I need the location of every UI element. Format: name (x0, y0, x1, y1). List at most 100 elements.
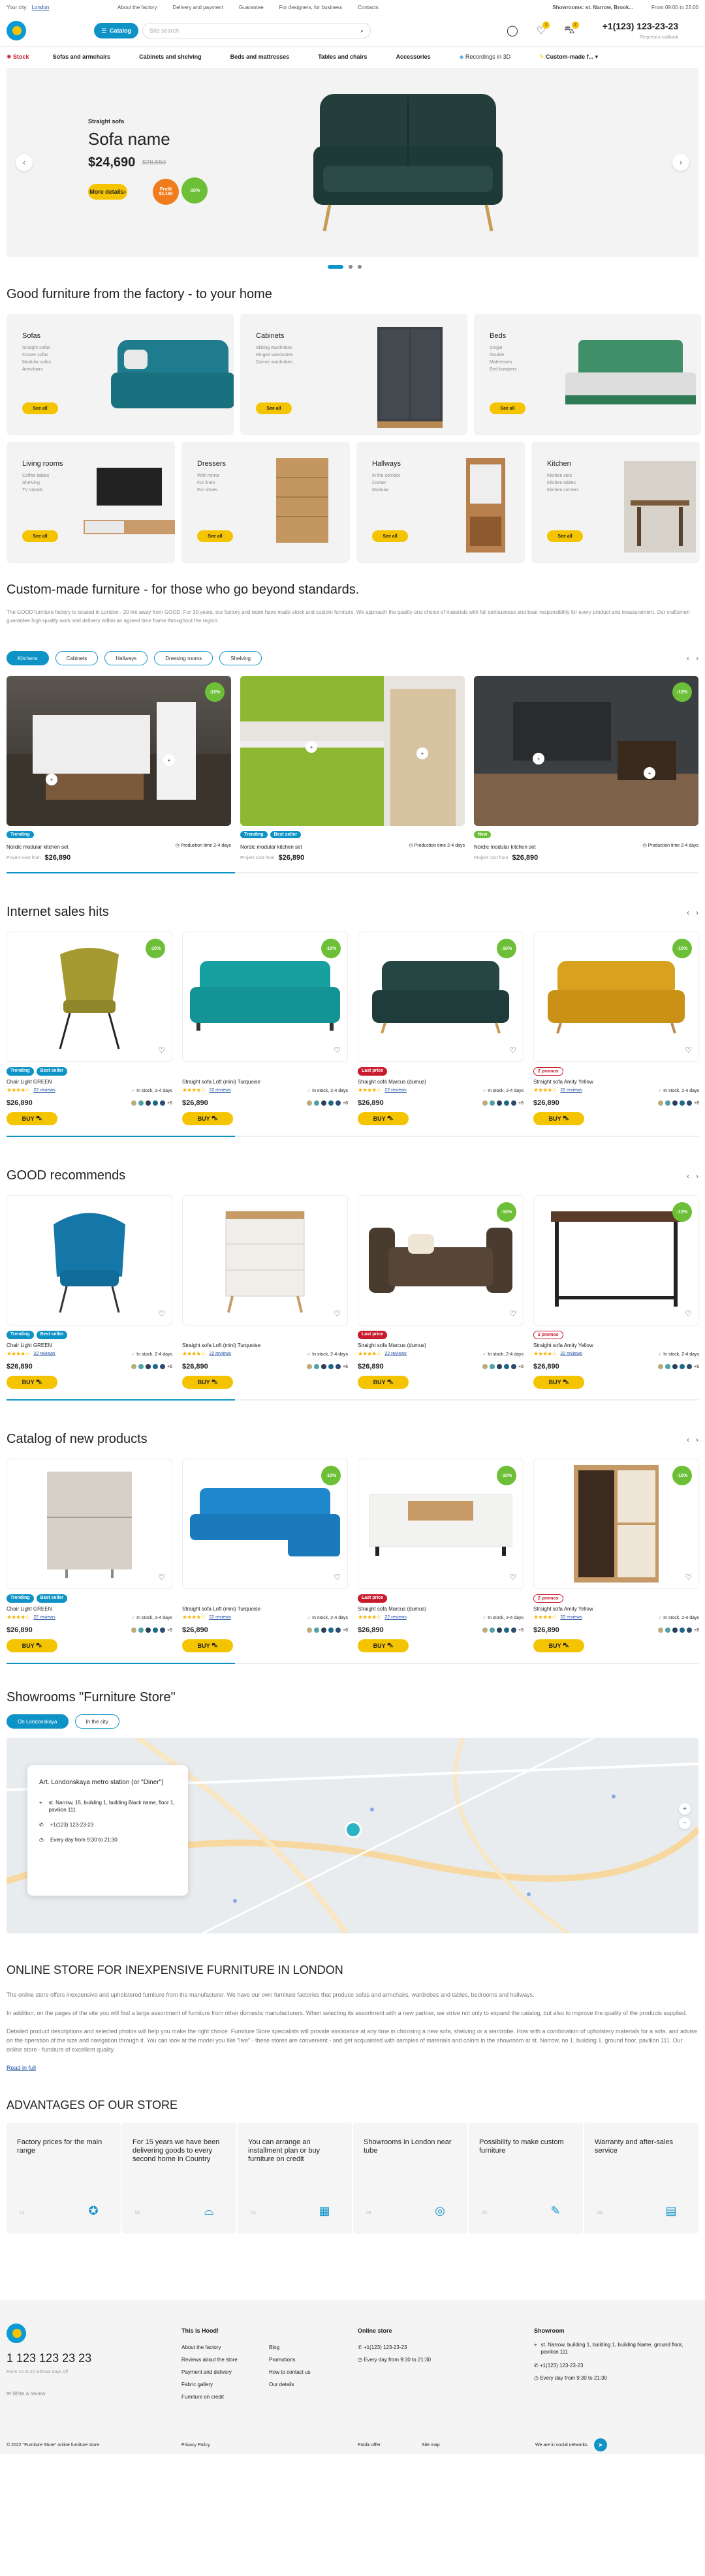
color-swatch[interactable] (131, 1364, 137, 1369)
color-swatch[interactable] (490, 1364, 495, 1369)
heart-icon[interactable]: ♡ (685, 1573, 692, 1582)
tab-shelving[interactable]: Shelving (219, 651, 262, 665)
color-swatch[interactable] (687, 1100, 693, 1106)
color-swatch[interactable] (504, 1628, 510, 1633)
reviews-link[interactable]: 22 reviews (560, 1088, 582, 1093)
subcategory[interactable]: Corner (372, 479, 400, 487)
read-more-link[interactable]: Read in full (7, 2063, 698, 2072)
footer-link[interactable]: Furniture on credit (181, 2391, 238, 2403)
tab-hallways[interactable]: Hallways (104, 651, 148, 665)
next-arrow-icon[interactable]: › (696, 1435, 698, 1444)
product-card[interactable]: -10% ♡ 2 promos Straight sofa Amity Yell… (533, 932, 699, 1125)
prev-arrow-icon[interactable]: ‹ (687, 1435, 689, 1444)
color-swatch[interactable] (314, 1100, 320, 1106)
color-swatch[interactable] (328, 1628, 334, 1633)
privacy-link[interactable]: Privacy Policy (181, 2443, 358, 2447)
color-swatch[interactable] (511, 1628, 517, 1633)
color-swatch[interactable] (672, 1100, 678, 1106)
buy-button[interactable]: BUY ⛍ (7, 1639, 57, 1652)
color-swatches[interactable]: +6 (482, 1364, 524, 1369)
buy-button[interactable]: BUY ⛍ (182, 1112, 233, 1125)
top-link-guarantee[interactable]: Guarantee (239, 5, 264, 10)
buy-button[interactable]: BUY ⛍ (358, 1639, 409, 1652)
buy-button[interactable]: BUY ⛍ (182, 1376, 233, 1389)
product-card[interactable]: ♡ Straight sofa Loft (mini) Turquoise ★★… (182, 1195, 348, 1389)
buy-button[interactable]: BUY ⛍ (182, 1639, 233, 1652)
more-colors[interactable]: +6 (167, 1101, 172, 1106)
product-card[interactable]: -10% ♡ Straight sofa Loft (mini) Turquoi… (182, 1459, 348, 1652)
color-swatch[interactable] (328, 1364, 334, 1369)
city-selector[interactable]: Your city: London (7, 5, 118, 10)
color-swatch[interactable] (153, 1628, 159, 1633)
product-name[interactable]: Straight sofa Marcus (dumus) (358, 1342, 524, 1348)
more-colors[interactable]: +6 (343, 1365, 348, 1369)
color-swatch[interactable] (321, 1628, 327, 1633)
category-hallways[interactable]: Hallways In the corridor Corner Modular Se… (356, 442, 525, 563)
subcategory[interactable]: Sliding wardrobes (256, 344, 293, 352)
product-card[interactable]: -10% ♡ Last price Straight sofa Marcus (… (358, 932, 524, 1125)
subcategory[interactable]: Modular sofas (22, 359, 51, 366)
buy-button[interactable]: BUY ⛍ (7, 1112, 57, 1125)
color-swatches[interactable]: +6 (658, 1100, 699, 1106)
subcategory[interactable]: Corner sofas (22, 352, 51, 359)
dot[interactable] (358, 265, 362, 269)
color-swatch[interactable] (146, 1100, 151, 1106)
buy-button[interactable]: BUY ⛍ (533, 1639, 584, 1652)
category-dressers[interactable]: Dressers With mirror For linen For shoes S… (181, 442, 350, 563)
logo[interactable] (7, 21, 26, 40)
hotspot-icon[interactable]: + (644, 767, 655, 779)
heart-icon[interactable]: ♡ (334, 1573, 341, 1582)
product-image[interactable]: -10% ♡ (358, 932, 524, 1062)
next-arrow-icon[interactable]: › (696, 908, 698, 917)
color-swatch[interactable] (504, 1364, 510, 1369)
product-card[interactable]: -10% ♡ Last price Straight sofa Marcus (… (358, 1459, 524, 1652)
tab-cabinets[interactable]: Cabinets (55, 651, 99, 665)
dot[interactable] (349, 265, 352, 269)
color-swatch[interactable] (146, 1628, 151, 1633)
color-swatch[interactable] (138, 1628, 144, 1633)
nav-custom[interactable]: ✎ Custom-made f... ▾ (539, 53, 598, 61)
color-swatches[interactable]: +6 (658, 1364, 699, 1369)
color-swatch[interactable] (314, 1628, 320, 1633)
color-swatch[interactable] (687, 1364, 693, 1369)
subcategory[interactable]: Bed bumpers (490, 366, 517, 373)
more-colors[interactable]: +6 (167, 1628, 172, 1633)
category-sofas[interactable]: Sofas Straight sofas Corner sofas Modular … (7, 314, 234, 435)
footer-link[interactable]: Reviews about the store (181, 2354, 238, 2366)
color-swatch[interactable] (307, 1364, 313, 1369)
buy-button[interactable]: BUY ⛍ (358, 1376, 409, 1389)
color-swatch[interactable] (328, 1100, 334, 1106)
see-all-button[interactable]: See all (547, 530, 583, 542)
heart-icon[interactable]: ♡ (158, 1046, 165, 1055)
color-swatch[interactable] (687, 1628, 693, 1633)
color-swatches[interactable]: +6 (307, 1364, 348, 1369)
heart-icon[interactable]: ♡ (509, 1309, 516, 1318)
reviews-link[interactable]: 22 reviews (33, 1615, 55, 1620)
reviews-link[interactable]: 22 reviews (209, 1615, 230, 1620)
subcategory[interactable]: TV stands (22, 487, 49, 494)
footer-phone[interactable]: 1 123 123 23 23 (7, 2351, 91, 2365)
hotspot-icon[interactable]: + (416, 748, 428, 759)
more-colors[interactable]: +6 (343, 1101, 348, 1106)
color-swatches[interactable]: +6 (131, 1364, 172, 1369)
color-swatch[interactable] (138, 1364, 144, 1369)
color-swatch[interactable] (321, 1364, 327, 1369)
subcategory[interactable]: Shelving (22, 479, 49, 487)
color-swatch[interactable] (153, 1100, 159, 1106)
see-all-button[interactable]: See all (22, 530, 58, 542)
product-image[interactable]: -10% ♡ (182, 1459, 348, 1589)
product-image[interactable]: -10% ♡ (358, 1459, 524, 1589)
subcategory[interactable]: For linen (197, 479, 219, 487)
nav-3d[interactable]: ◈ Recordings in 3D (460, 53, 510, 61)
tab-londonskaya[interactable]: On Londonskaya (7, 1714, 69, 1729)
subcategory[interactable]: For shoes (197, 487, 219, 494)
color-swatch[interactable] (131, 1628, 137, 1633)
product-name[interactable]: Chair Light GREEN (7, 1606, 172, 1612)
reviews-link[interactable]: 22 reviews (560, 1615, 582, 1620)
reviews-link[interactable]: 22 reviews (384, 1615, 406, 1620)
subcategory[interactable]: Mattresses (490, 359, 517, 366)
product-image[interactable]: -10% ♡ (7, 932, 172, 1062)
color-swatches[interactable]: +6 (307, 1100, 348, 1106)
category-beds[interactable]: Beds Single Double Mattresses Bed bumpers S… (474, 314, 701, 435)
product-image[interactable]: -10% ♡ (533, 1195, 699, 1326)
